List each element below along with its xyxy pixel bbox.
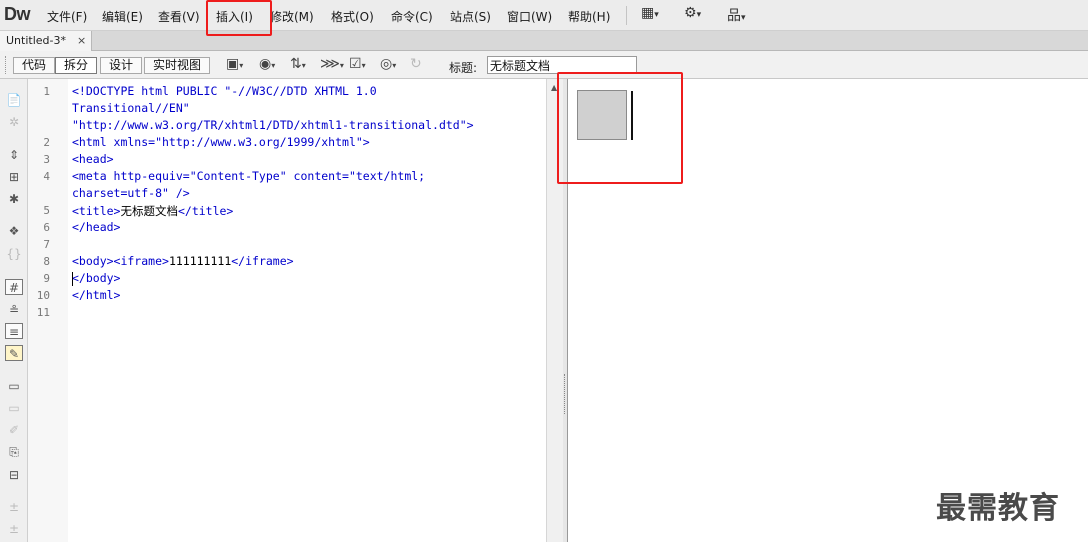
code-line-title: <title>无标题文档</title> [72,203,233,219]
menu-bar: Dw 文件(F) 编辑(E) 查看(V) 插入(I) 修改(M) 格式(O) 命… [0,0,1088,31]
syntax-coloring-icon[interactable]: ≗ [5,302,23,318]
coding-toolbar: 📄 ✲ ⇕ ⊞ ✱ ❖ {} # ≗ ≡ ✎ ▭ ▭ ✐ ⎘ ⊟ ± ± [0,79,28,542]
code-editor[interactable]: <!DOCTYPE html PUBLIC "-//W3C//DTD XHTML… [68,79,546,542]
line-number: 4 [43,170,50,183]
title-label: 标题: [449,61,478,75]
document-tab-bar: Untitled-3* × [0,31,1088,51]
iframe-highlight [557,72,683,184]
insert-menu-highlight [206,0,272,36]
toolbar-grip [5,56,8,74]
menu-modify[interactable]: 修改(M) [270,8,314,25]
code-line: charset=utf-8" /> [72,186,190,200]
preview-browser-icon[interactable]: ◉▾ [259,56,275,72]
collapse-selection-icon[interactable]: ⇕ [5,147,23,163]
dreamweaver-logo: Dw [4,4,31,24]
code-text: 111111111 [168,254,232,268]
code-line-body: <body><iframe>111111111</iframe> [72,254,294,268]
code-token: <title> [72,204,121,218]
line-number: 1 [43,85,50,98]
apply-comment-icon[interactable]: ✎ [5,345,23,361]
check-browser-icon[interactable]: ⋙▾ [320,56,344,72]
text-caret [72,272,73,286]
expand-all-icon[interactable]: ⊞ [5,169,23,185]
menu-site[interactable]: 站点(S) [450,8,491,25]
open-documents-icon[interactable]: 📄 [5,92,23,108]
line-number: 9 [43,272,50,285]
code-line: "http://www.w3.org/TR/xhtml1/DTD/xhtml1-… [72,118,474,132]
file-management-icon[interactable]: ⇅▾ [290,56,306,72]
code-line: </body> [72,271,121,285]
remove-comment-icon[interactable]: ▭ [5,378,23,394]
recent-snippets-icon[interactable]: ✐ [5,422,23,438]
line-number: 7 [43,238,50,251]
code-line: </head> [72,220,121,234]
code-token: </iframe> [231,254,294,268]
design-view-button[interactable]: 设计 [100,57,142,74]
collapse-tag-icon[interactable]: ✲ [5,114,23,130]
gear-icon[interactable]: ⚙▾ [684,5,701,21]
wrap-tag-icon[interactable]: ▭ [5,400,23,416]
line-numbers-icon[interactable]: {} [5,246,23,262]
menu-view[interactable]: 查看(V) [158,8,200,25]
line-number: 11 [36,306,50,319]
line-number: 8 [43,255,50,268]
splitter-grip[interactable] [564,374,566,414]
validate-icon[interactable]: ☑▾ [349,56,366,72]
line-number: 3 [43,153,50,166]
code-line: <head> [72,152,114,166]
document-tab-label: Untitled-3* [6,34,66,47]
code-token: </title> [177,204,234,218]
format-source-icon[interactable]: ± [5,521,23,537]
menu-separator [626,6,627,25]
menu-help[interactable]: 帮助(H) [568,8,610,25]
line-number: 2 [43,136,50,149]
site-structure-icon[interactable]: 品▾ [727,5,746,25]
code-token: <body><iframe> [72,254,169,268]
word-wrap-icon[interactable]: ≡ [5,323,23,339]
document-tab[interactable]: Untitled-3* × [0,31,92,51]
code-line: <!DOCTYPE html PUBLIC "-//W3C//DTD XHTML… [72,84,377,98]
code-line: Transitional//EN" [72,101,190,115]
code-line: <html xmlns="http://www.w3.org/1999/xhtm… [72,135,370,149]
watermark: 最需教育 [936,491,1060,526]
highlight-invalid-icon[interactable]: # [5,279,23,295]
visual-aids-icon[interactable]: ◎▾ [380,56,396,72]
code-view-button[interactable]: 代码 [13,57,55,74]
split-view-button[interactable]: 拆分 [55,57,97,74]
line-number: 10 [36,289,50,302]
code-line: </html> [72,288,121,302]
line-number: 6 [43,221,50,234]
code-text: 无标题文档 [120,204,178,218]
code-line: <meta http-equiv="Content-Type" content=… [72,169,426,183]
indent-icon[interactable]: ⊟ [5,467,23,483]
move-css-icon[interactable]: ⎘ [5,444,23,460]
menu-commands[interactable]: 命令(C) [391,8,433,25]
layout-icon[interactable]: ▦▾ [641,5,659,21]
menu-file[interactable]: 文件(F) [47,8,87,25]
document-toolbar: 代码 拆分 设计 实时视图 ▣▾ ◉▾ ⇅▾ ⋙▾ ☑▾ ◎▾ ↻ 标题: [0,51,1088,79]
menu-edit[interactable]: 编辑(E) [102,8,143,25]
refresh-icon[interactable]: ↻ [410,56,422,72]
menu-format[interactable]: 格式(O) [331,8,374,25]
outdent-icon[interactable]: ± [5,499,23,515]
close-icon[interactable]: × [77,34,86,47]
balance-braces-icon[interactable]: ❖ [5,223,23,239]
multiscreen-icon[interactable]: ▣▾ [226,56,243,72]
select-parent-tag-icon[interactable]: ✱ [5,191,23,207]
live-view-button[interactable]: 实时视图 [144,57,210,74]
line-number: 5 [43,204,50,217]
menu-window[interactable]: 窗口(W) [507,8,552,25]
